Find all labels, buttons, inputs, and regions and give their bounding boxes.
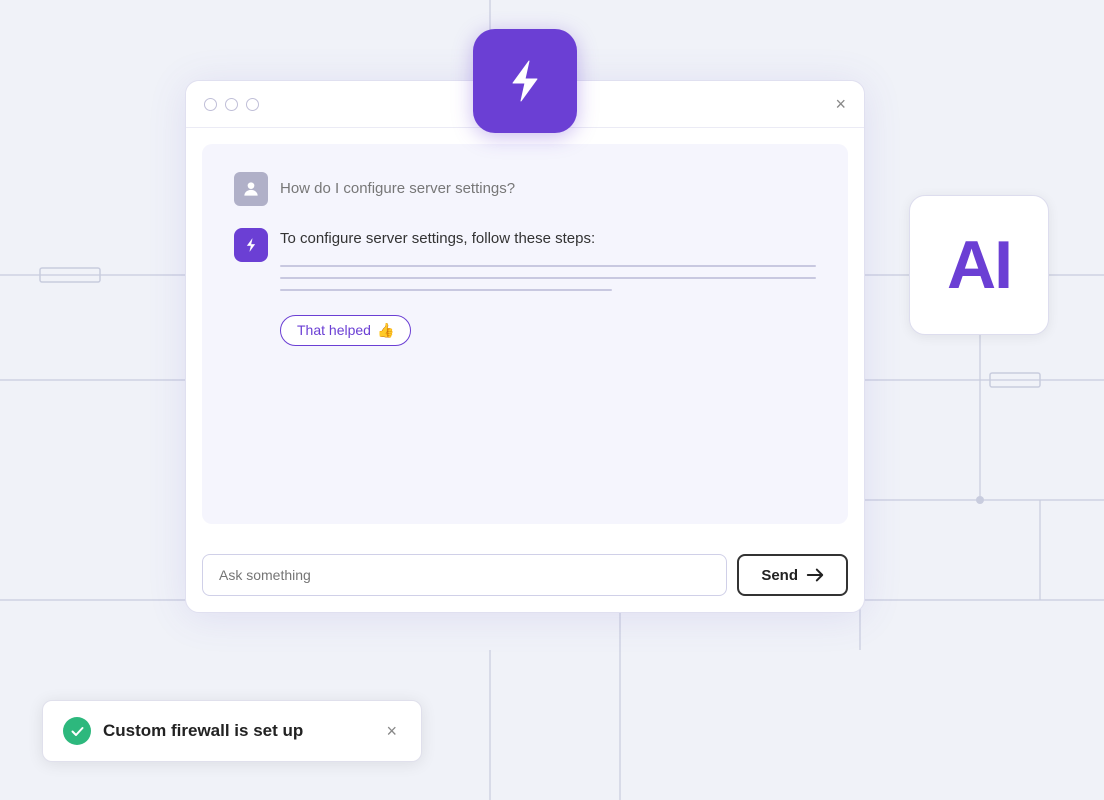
window-dot-3: [246, 98, 259, 111]
window-dot-1: [204, 98, 217, 111]
ai-badge: AI: [909, 195, 1049, 335]
send-label: Send: [761, 567, 798, 584]
toast-message: Custom firewall is set up: [103, 721, 370, 741]
loading-line-1: [280, 265, 816, 267]
toast-check-icon: [63, 717, 91, 745]
loading-line-2: [280, 277, 816, 279]
send-button[interactable]: Send: [737, 554, 848, 596]
bot-avatar: [234, 228, 268, 262]
toast-close-button[interactable]: ×: [382, 721, 401, 742]
user-message: How do I configure server settings?: [234, 172, 816, 206]
ai-badge-label: AI: [947, 231, 1011, 299]
input-area: Send: [186, 540, 864, 612]
user-message-text: How do I configure server settings?: [280, 172, 515, 201]
bot-content: To configure server settings, follow the…: [280, 228, 816, 346]
loading-lines: [280, 265, 816, 291]
feedback-button[interactable]: That helped 👍: [280, 315, 411, 346]
bot-message: To configure server settings, follow the…: [234, 228, 816, 346]
chat-input[interactable]: [202, 554, 727, 596]
user-avatar: [234, 172, 268, 206]
bot-message-text: To configure server settings, follow the…: [280, 228, 816, 251]
window-dot-2: [225, 98, 238, 111]
toast-notification: Custom firewall is set up ×: [42, 700, 422, 762]
chat-area: How do I configure server settings? To c…: [202, 144, 848, 524]
loading-line-3: [280, 289, 612, 291]
window-close-button[interactable]: ×: [835, 95, 846, 113]
app-icon: [473, 29, 577, 133]
chat-window: × How do I configure server settings? To…: [185, 80, 865, 613]
feedback-label: That helped: [297, 322, 371, 338]
feedback-emoji: 👍: [377, 322, 394, 339]
window-controls: [204, 98, 259, 111]
send-icon: [806, 566, 824, 584]
